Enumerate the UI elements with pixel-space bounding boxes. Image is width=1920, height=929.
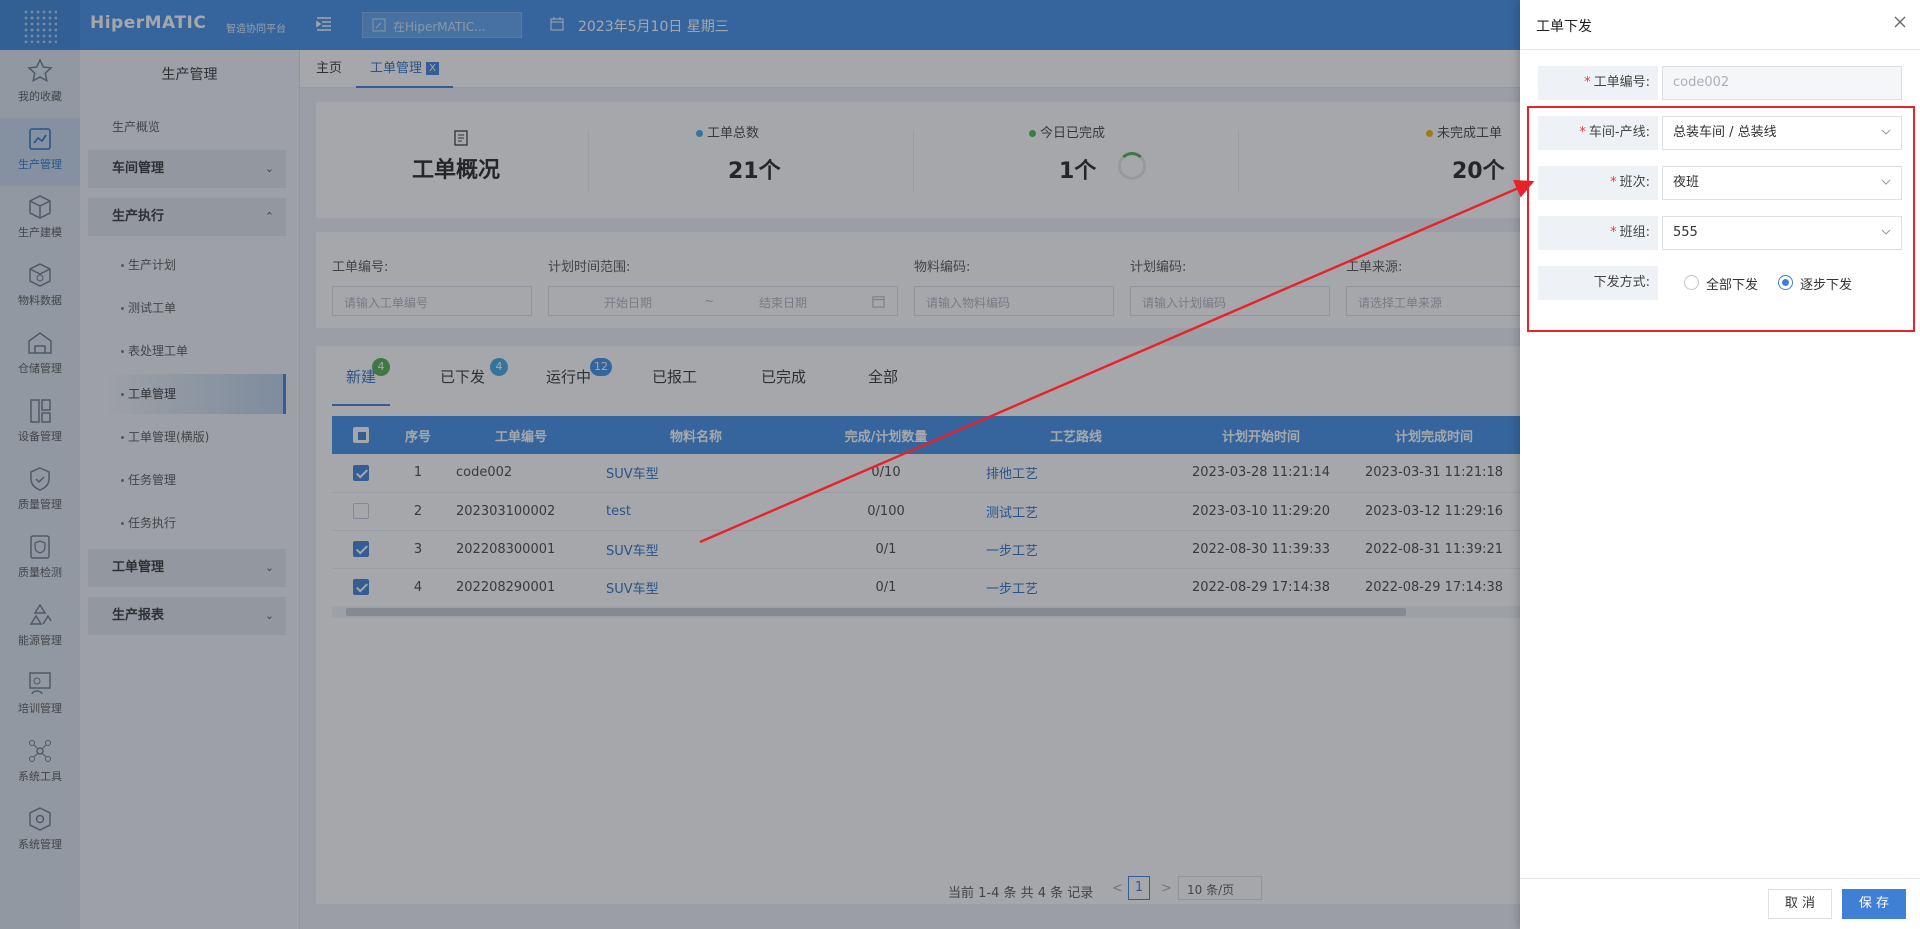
save-button[interactable]: 保 存 xyxy=(1842,889,1906,919)
modal-overlay[interactable] xyxy=(0,0,1520,929)
label-text: 工单编号: xyxy=(1593,75,1650,90)
divider xyxy=(1520,878,1920,879)
divider xyxy=(1520,49,1920,50)
close-icon[interactable] xyxy=(1892,14,1908,30)
drawer-title: 工单下发 xyxy=(1536,19,1592,35)
workorder-code-field: code002 xyxy=(1662,66,1902,100)
required-mark: * xyxy=(1584,75,1591,90)
annotation-highlight-box xyxy=(1527,106,1915,332)
cancel-button[interactable]: 取 消 xyxy=(1768,889,1832,919)
form-label: * 工单编号: xyxy=(1538,66,1658,100)
form-row-code: * 工单编号: code002 xyxy=(1538,66,1903,100)
